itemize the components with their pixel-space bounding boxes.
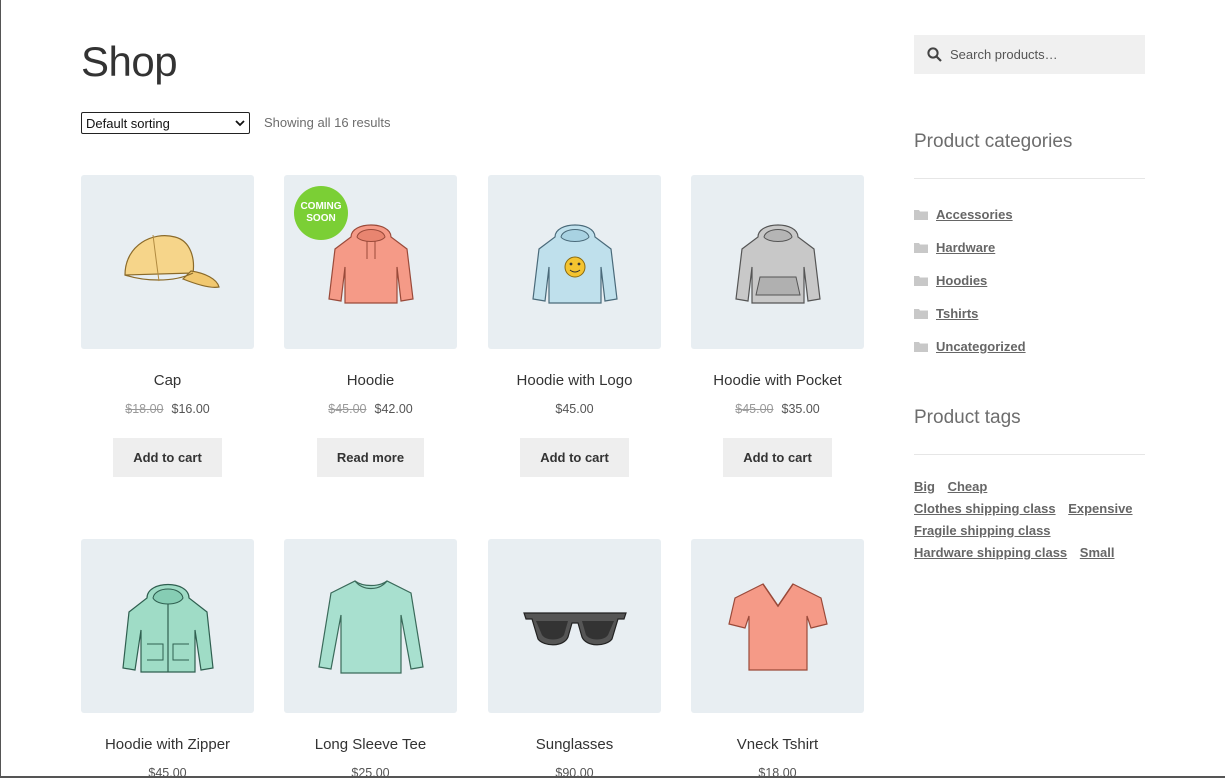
folder-icon bbox=[914, 210, 928, 220]
vneck-tshirt-icon bbox=[727, 583, 828, 671]
product-name[interactable]: Hoodie with Logo bbox=[488, 372, 661, 392]
category-item: Accessories bbox=[914, 198, 1026, 231]
sale-price: $16.00 bbox=[171, 402, 210, 416]
tags-title: Product tags bbox=[914, 407, 1021, 428]
sale-price: $42.00 bbox=[374, 402, 413, 416]
page-title: Shop bbox=[81, 38, 178, 85]
product-image[interactable] bbox=[488, 175, 661, 349]
category-link-uncategorized[interactable]: Uncategorized bbox=[936, 339, 1026, 354]
regular-price: $45.00 bbox=[148, 766, 187, 778]
product-image[interactable] bbox=[691, 175, 864, 349]
sort-select-value: Default sorting bbox=[86, 115, 170, 131]
folder-icon bbox=[914, 309, 928, 319]
product-price: $45.00 $35.00 bbox=[691, 402, 864, 418]
product-price: $45.00 $42.00 bbox=[284, 402, 457, 418]
search-placeholder: Search products… bbox=[950, 47, 1058, 62]
add-to-cart-button[interactable]: Add to cart bbox=[723, 438, 832, 477]
product-card: Hoodie with Pocket $45.00 $35.00 Add to c… bbox=[691, 175, 864, 477]
result-count: Showing all 16 results bbox=[264, 115, 391, 130]
tag-cloud: Big Cheap Clothes shipping class Expensi… bbox=[914, 476, 1145, 564]
product-name[interactable]: Cap bbox=[81, 372, 254, 392]
folder-icon bbox=[914, 342, 928, 352]
category-item: Hardware bbox=[914, 231, 1026, 264]
category-item: Hoodies bbox=[914, 264, 1026, 297]
tag-link-clothes-shipping-class[interactable]: Clothes shipping class bbox=[914, 501, 1056, 516]
tag-link-cheap[interactable]: Cheap bbox=[948, 479, 988, 494]
tag-link-fragile-shipping-class[interactable]: Fragile shipping class bbox=[914, 523, 1051, 538]
sort-select[interactable]: Default sorting bbox=[81, 112, 250, 134]
product-price: $18.00 $16.00 bbox=[81, 402, 254, 418]
folder-icon bbox=[914, 276, 928, 286]
hoodie-pocket-icon bbox=[734, 224, 821, 304]
sunglasses-icon bbox=[522, 612, 627, 646]
product-price: $25.00 bbox=[284, 766, 457, 778]
product-image[interactable] bbox=[691, 539, 864, 713]
regular-price: $45.00 bbox=[555, 402, 594, 416]
category-link-hardware[interactable]: Hardware bbox=[936, 240, 995, 255]
category-item: Tshirts bbox=[914, 297, 1026, 330]
product-name[interactable]: Hoodie with Zipper bbox=[81, 736, 254, 756]
old-price: $18.00 bbox=[125, 402, 164, 416]
sale-price: $35.00 bbox=[781, 402, 820, 416]
divider bbox=[914, 178, 1145, 179]
product-card: Long Sleeve Tee $25.00 bbox=[284, 539, 457, 778]
tag-link-big[interactable]: Big bbox=[914, 479, 935, 494]
divider bbox=[914, 454, 1145, 455]
tag-link-hardware-shipping-class[interactable]: Hardware shipping class bbox=[914, 545, 1067, 560]
search-field[interactable]: Search products… bbox=[914, 35, 1145, 74]
cap-icon bbox=[123, 234, 220, 288]
product-price: $90.00 bbox=[488, 766, 661, 778]
product-image[interactable] bbox=[488, 539, 661, 713]
tag-link-expensive[interactable]: Expensive bbox=[1068, 501, 1132, 516]
category-list: Accessories Hardware Hoodies Tshirts Unc… bbox=[914, 198, 1026, 363]
add-to-cart-button[interactable]: Add to cart bbox=[113, 438, 222, 477]
read-more-button[interactable]: Read more bbox=[316, 438, 425, 477]
product-name[interactable]: Vneck Tshirt bbox=[691, 736, 864, 756]
search-icon bbox=[927, 47, 942, 62]
chevron-down-icon bbox=[235, 120, 245, 127]
category-link-tshirts[interactable]: Tshirts bbox=[936, 306, 978, 321]
product-card: Cap $18.00 $16.00 Add to cart bbox=[81, 175, 254, 477]
window-left-border bbox=[0, 0, 1, 778]
product-image[interactable]: COMING SOON bbox=[284, 175, 457, 349]
categories-title: Product categories bbox=[914, 131, 1073, 152]
product-price: $45.00 bbox=[81, 766, 254, 778]
product-card: Sunglasses $90.00 bbox=[488, 539, 661, 778]
product-image[interactable] bbox=[284, 539, 457, 713]
product-name[interactable]: Long Sleeve Tee bbox=[284, 736, 457, 756]
category-link-accessories[interactable]: Accessories bbox=[936, 207, 1013, 222]
hoodie-zipper-icon bbox=[121, 584, 214, 673]
product-image[interactable] bbox=[81, 175, 254, 349]
product-card: Hoodie with Zipper $45.00 bbox=[81, 539, 254, 778]
product-image[interactable] bbox=[81, 539, 254, 713]
long-sleeve-tee-icon bbox=[317, 580, 424, 674]
product-name[interactable]: Hoodie bbox=[284, 372, 457, 392]
folder-icon bbox=[914, 243, 928, 253]
regular-price: $90.00 bbox=[555, 766, 594, 778]
category-item: Uncategorized bbox=[914, 330, 1026, 363]
coming-soon-badge: COMING SOON bbox=[294, 186, 348, 240]
product-name[interactable]: Sunglasses bbox=[488, 736, 661, 756]
tag-link-small[interactable]: Small bbox=[1080, 545, 1115, 560]
add-to-cart-button[interactable]: Add to cart bbox=[520, 438, 629, 477]
product-card: Vneck Tshirt $18.00 bbox=[691, 539, 864, 778]
product-card: Hoodie with Logo $45.00 Add to cart bbox=[488, 175, 661, 477]
product-price: $18.00 bbox=[691, 766, 864, 778]
product-card: COMING SOON Hoodie $45.00 $42.00 Read mor… bbox=[284, 175, 457, 477]
regular-price: $18.00 bbox=[758, 766, 797, 778]
old-price: $45.00 bbox=[328, 402, 367, 416]
hoodie-logo-icon bbox=[531, 224, 618, 304]
old-price: $45.00 bbox=[735, 402, 774, 416]
category-link-hoodies[interactable]: Hoodies bbox=[936, 273, 987, 288]
regular-price: $25.00 bbox=[351, 766, 390, 778]
product-name[interactable]: Hoodie with Pocket bbox=[691, 372, 864, 392]
product-price: $45.00 bbox=[488, 402, 661, 418]
